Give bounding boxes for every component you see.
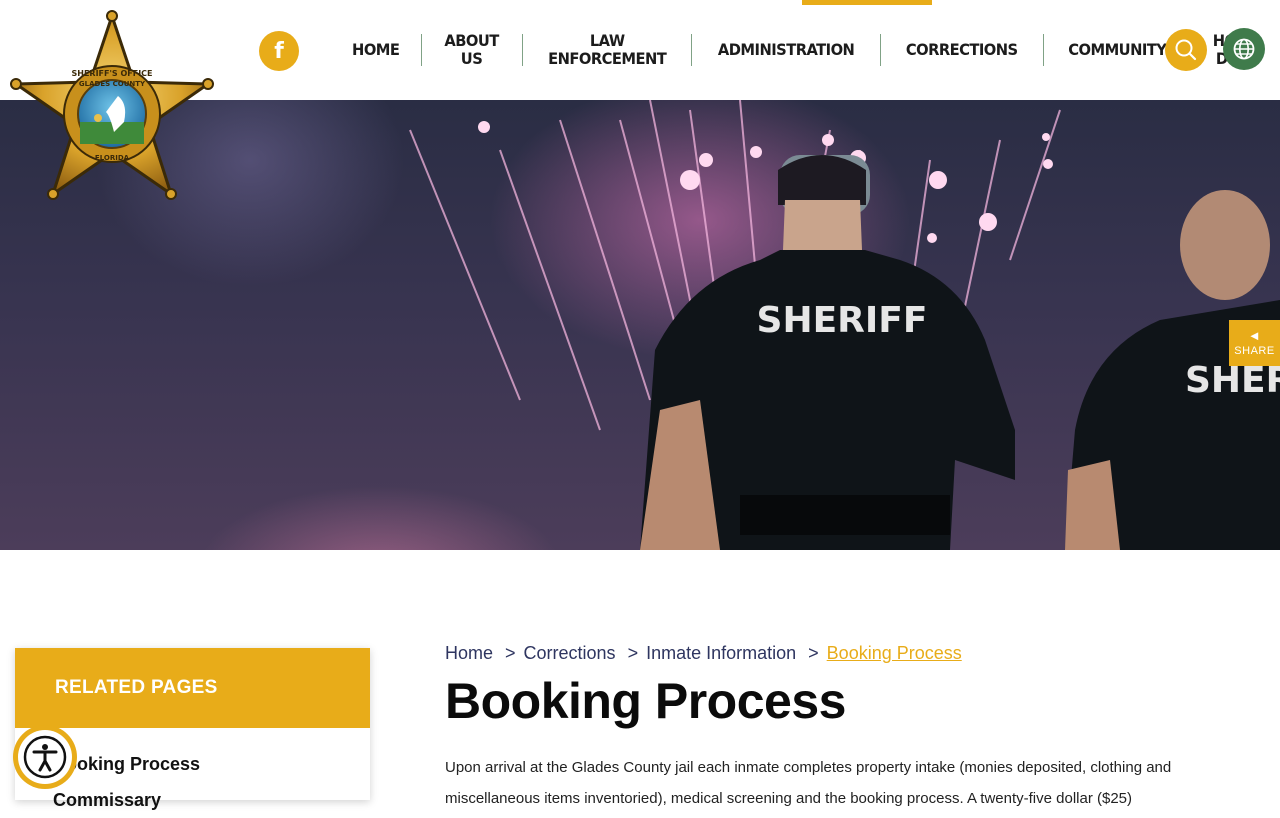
nav-about-us[interactable]: ABOUT US	[426, 32, 517, 68]
breadcrumb-corrections[interactable]: Corrections	[524, 643, 616, 664]
sheriff-star-icon: SHERIFF'S OFFICE GLADES COUNTY FLORIDA	[10, 10, 214, 200]
active-nav-indicator	[802, 0, 932, 5]
nav-home[interactable]: HOME	[334, 41, 418, 59]
related-pages-heading: RELATED PAGES	[15, 648, 370, 728]
nav-home-label: HOME	[352, 40, 400, 59]
nav-law-label-1: LAW	[589, 31, 625, 50]
logo-text-county: GLADES COUNTY	[79, 80, 146, 88]
nav-divider	[1042, 34, 1044, 66]
nav-divider	[421, 34, 423, 66]
nav-corrections-label: CORRECTIONS	[906, 40, 1018, 59]
facebook-icon-glyph: f	[274, 38, 284, 64]
nav-community-label: COMMUNITY	[1067, 40, 1167, 59]
breadcrumb-separator: >	[808, 642, 819, 663]
breadcrumb-current[interactable]: Booking Process	[827, 643, 962, 664]
accessibility-button[interactable]	[13, 725, 77, 789]
nav-about-label-2: US	[461, 49, 483, 68]
page-body-text: Upon arrival at the Glades County jail e…	[445, 759, 1172, 807]
accessibility-icon	[23, 735, 67, 779]
nav-divider	[690, 34, 692, 66]
translate-button[interactable]	[1223, 28, 1265, 70]
share-icon: ◄	[1247, 328, 1262, 343]
main-nav: HOME ABOUT US LAW ENFORCEMENT ADMINISTRA…	[330, 22, 1274, 78]
sidebar-item-commissary[interactable]: Commissary	[15, 782, 370, 818]
search-icon	[1175, 39, 1197, 61]
breadcrumb-separator: >	[505, 642, 516, 663]
share-button[interactable]: ◄ SHARE	[1229, 320, 1280, 366]
sheriff-badge-logo[interactable]: SHERIFF'S OFFICE GLADES COUNTY FLORIDA	[8, 10, 218, 206]
nav-law-enforcement[interactable]: LAW ENFORCEMENT	[529, 32, 684, 68]
page-title: Booking Process	[445, 673, 846, 729]
vest-text-left: SHERIFF	[757, 300, 928, 341]
accessibility-icon-wrap	[18, 730, 72, 784]
nav-corrections[interactable]: CORRECTIONS	[888, 41, 1037, 59]
breadcrumb-home[interactable]: Home	[445, 643, 493, 664]
nav-about-label-1: ABOUT	[444, 31, 500, 50]
breadcrumb-inmate-information[interactable]: Inmate Information	[646, 643, 796, 664]
nav-divider	[880, 34, 882, 66]
logo-text-bottom: FLORIDA	[95, 154, 130, 162]
breadcrumb-separator: >	[627, 642, 639, 663]
breadcrumb: Home > Corrections > Inmate Information …	[445, 640, 962, 666]
nav-law-label-2: ENFORCEMENT	[547, 49, 667, 68]
search-button[interactable]	[1165, 29, 1207, 71]
globe-icon	[1233, 38, 1255, 60]
facebook-icon[interactable]: f	[259, 31, 299, 71]
nav-administration-label: ADMINISTRATION	[717, 40, 855, 59]
logo-text-top: SHERIFF'S OFFICE	[71, 69, 152, 78]
nav-divider	[521, 34, 523, 66]
nav-administration[interactable]: ADMINISTRATION	[699, 41, 872, 59]
vest-text-right: SHERIF	[1185, 360, 1280, 401]
share-label: SHARE	[1234, 345, 1275, 357]
